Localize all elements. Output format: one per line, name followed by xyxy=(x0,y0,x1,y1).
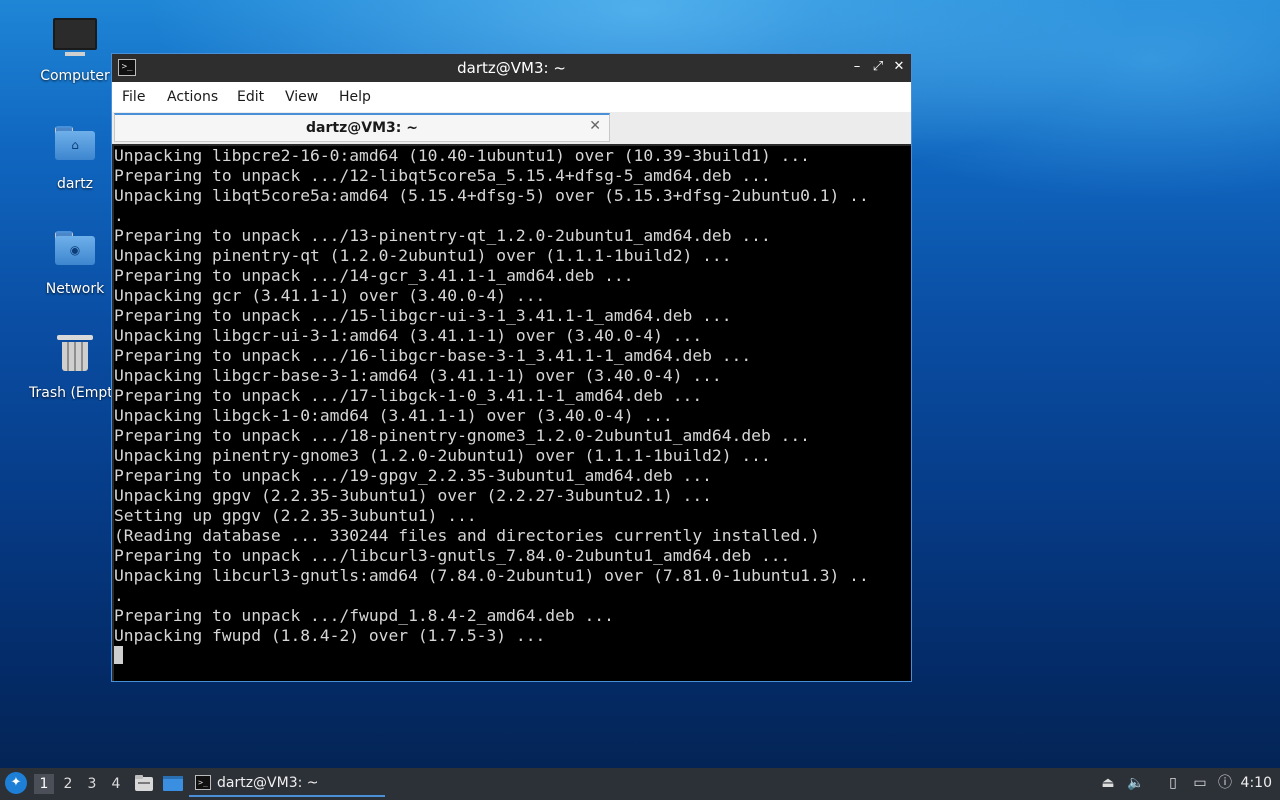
terminal-line: Preparing to unpack .../16-libgcr-base-3… xyxy=(114,346,752,365)
terminal-line: Preparing to unpack .../libcurl3-gnutls_… xyxy=(114,546,791,565)
clock[interactable]: 4:10 xyxy=(1241,775,1272,791)
menu-view[interactable]: View xyxy=(285,89,318,105)
menu-edit[interactable]: Edit xyxy=(237,89,264,105)
maximize-button[interactable]: ⤢ xyxy=(869,58,887,76)
terminal-line: Unpacking pinentry-qt (1.2.0-2ubuntu1) o… xyxy=(114,246,732,265)
menu-actions[interactable]: Actions xyxy=(167,89,218,105)
desktop-icon-label: dartz xyxy=(56,176,94,192)
terminal-line: Unpacking libcurl3-gnutls:amd64 (7.84.0-… xyxy=(114,566,869,585)
tab-terminal[interactable]: dartz@VM3: ~ ✕ xyxy=(114,113,610,142)
menu-bar: File Actions Edit View Help xyxy=(112,82,911,112)
volume-icon[interactable]: 🔈 xyxy=(1127,774,1145,792)
terminal-line: (Reading database ... 330244 files and d… xyxy=(114,526,820,545)
network-folder-icon: ◉ xyxy=(53,231,97,275)
terminal-line: Preparing to unpack .../14-gcr_3.41.1-1_… xyxy=(114,266,634,285)
terminal-line: Unpacking libpcre2-16-0:amd64 (10.40-1ub… xyxy=(114,146,810,165)
terminal-line: . xyxy=(114,206,124,225)
terminal-line: Unpacking libgcr-ui-3-1:amd64 (3.41.1-1)… xyxy=(114,326,703,345)
computer-icon xyxy=(53,18,97,62)
terminal-line: Unpacking gpgv (2.2.35-3ubuntu1) over (2… xyxy=(114,486,712,505)
start-menu-icon[interactable]: ✦ xyxy=(5,772,27,794)
terminal-line: . xyxy=(114,586,124,605)
terminal-line: Preparing to unpack .../12-libqt5core5a_… xyxy=(114,166,771,185)
taskbar-item-label: dartz@VM3: ~ xyxy=(217,775,319,791)
terminal-line: Unpacking fwupd (1.8.4-2) over (1.7.5-3)… xyxy=(114,626,546,645)
tab-title: dartz@VM3: ~ xyxy=(306,120,418,136)
terminal-line: Setting up gpgv (2.2.35-3ubuntu1) ... xyxy=(114,506,477,525)
clipboard-icon[interactable]: ▯ xyxy=(1164,774,1182,792)
terminal-line: Unpacking gcr (3.41.1-1) over (3.40.0-4)… xyxy=(114,286,546,305)
minimize-button[interactable]: – xyxy=(848,58,866,76)
terminal-line: Preparing to unpack .../15-libgcr-ui-3-1… xyxy=(114,306,732,325)
terminal-app-icon: >_ xyxy=(195,775,211,790)
desktop-icon-label: Computer xyxy=(40,68,110,84)
terminal-line: Unpacking libgck-1-0:amd64 (3.41.1-1) ov… xyxy=(114,406,673,425)
desktop-icon-label: Network xyxy=(45,281,105,297)
workspace-1[interactable]: 1 xyxy=(34,774,54,794)
close-button[interactable]: ✕ xyxy=(890,58,908,76)
taskbar: ✦ 1 2 3 4 >_ dartz@VM3: ~ ⏏ 🔈 ▯ ▭ ⓘ 4:10 xyxy=(0,768,1280,800)
eject-icon[interactable]: ⏏ xyxy=(1099,774,1117,792)
show-desktop-icon[interactable] xyxy=(162,774,183,792)
window-title: dartz@VM3: ~ xyxy=(457,59,566,77)
terminal-line: Preparing to unpack .../19-gpgv_2.2.35-3… xyxy=(114,466,712,485)
file-manager-icon[interactable] xyxy=(134,774,154,792)
terminal-line: Unpacking pinentry-gnome3 (1.2.0-2ubuntu… xyxy=(114,446,771,465)
terminal-cursor xyxy=(114,646,123,664)
terminal-line: Preparing to unpack .../17-libgck-1-0_3.… xyxy=(114,386,703,405)
terminal-line: Preparing to unpack .../18-pinentry-gnom… xyxy=(114,426,810,445)
window-titlebar[interactable]: >_ dartz@VM3: ~ – ⤢ ✕ xyxy=(112,54,911,82)
terminal-line: Preparing to unpack .../13-pinentry-qt_1… xyxy=(114,226,771,245)
workspace-2[interactable]: 2 xyxy=(58,774,78,794)
terminal-output[interactable]: Unpacking libpcre2-16-0:amd64 (10.40-1ub… xyxy=(114,146,911,681)
terminal-line: Unpacking libqt5core5a:amd64 (5.15.4+dfs… xyxy=(114,186,869,205)
menu-help[interactable]: Help xyxy=(339,89,371,105)
update-notifier-icon[interactable]: ⓘ xyxy=(1216,774,1234,792)
home-folder-icon: ⌂ xyxy=(53,126,97,170)
desktop-icon-label: Trash (Empty) xyxy=(29,385,121,401)
tab-close-icon[interactable]: ✕ xyxy=(589,118,601,134)
terminal-line: Preparing to unpack .../fwupd_1.8.4-2_am… xyxy=(114,606,614,625)
terminal-window: >_ dartz@VM3: ~ – ⤢ ✕ File Actions Edit … xyxy=(111,53,912,682)
trash-icon xyxy=(53,335,97,379)
terminal-text: Unpacking libpcre2-16-0:amd64 (10.40-1ub… xyxy=(114,146,911,666)
tab-bar: dartz@VM3: ~ ✕ xyxy=(112,112,911,144)
workspace-4[interactable]: 4 xyxy=(106,774,126,794)
terminal-line: Unpacking libgcr-base-3-1:amd64 (3.41.1-… xyxy=(114,366,722,385)
menu-file[interactable]: File xyxy=(122,89,145,105)
network-status-icon[interactable]: ▭ xyxy=(1191,774,1209,792)
taskbar-item-terminal[interactable]: >_ dartz@VM3: ~ xyxy=(189,771,385,797)
workspace-3[interactable]: 3 xyxy=(82,774,102,794)
